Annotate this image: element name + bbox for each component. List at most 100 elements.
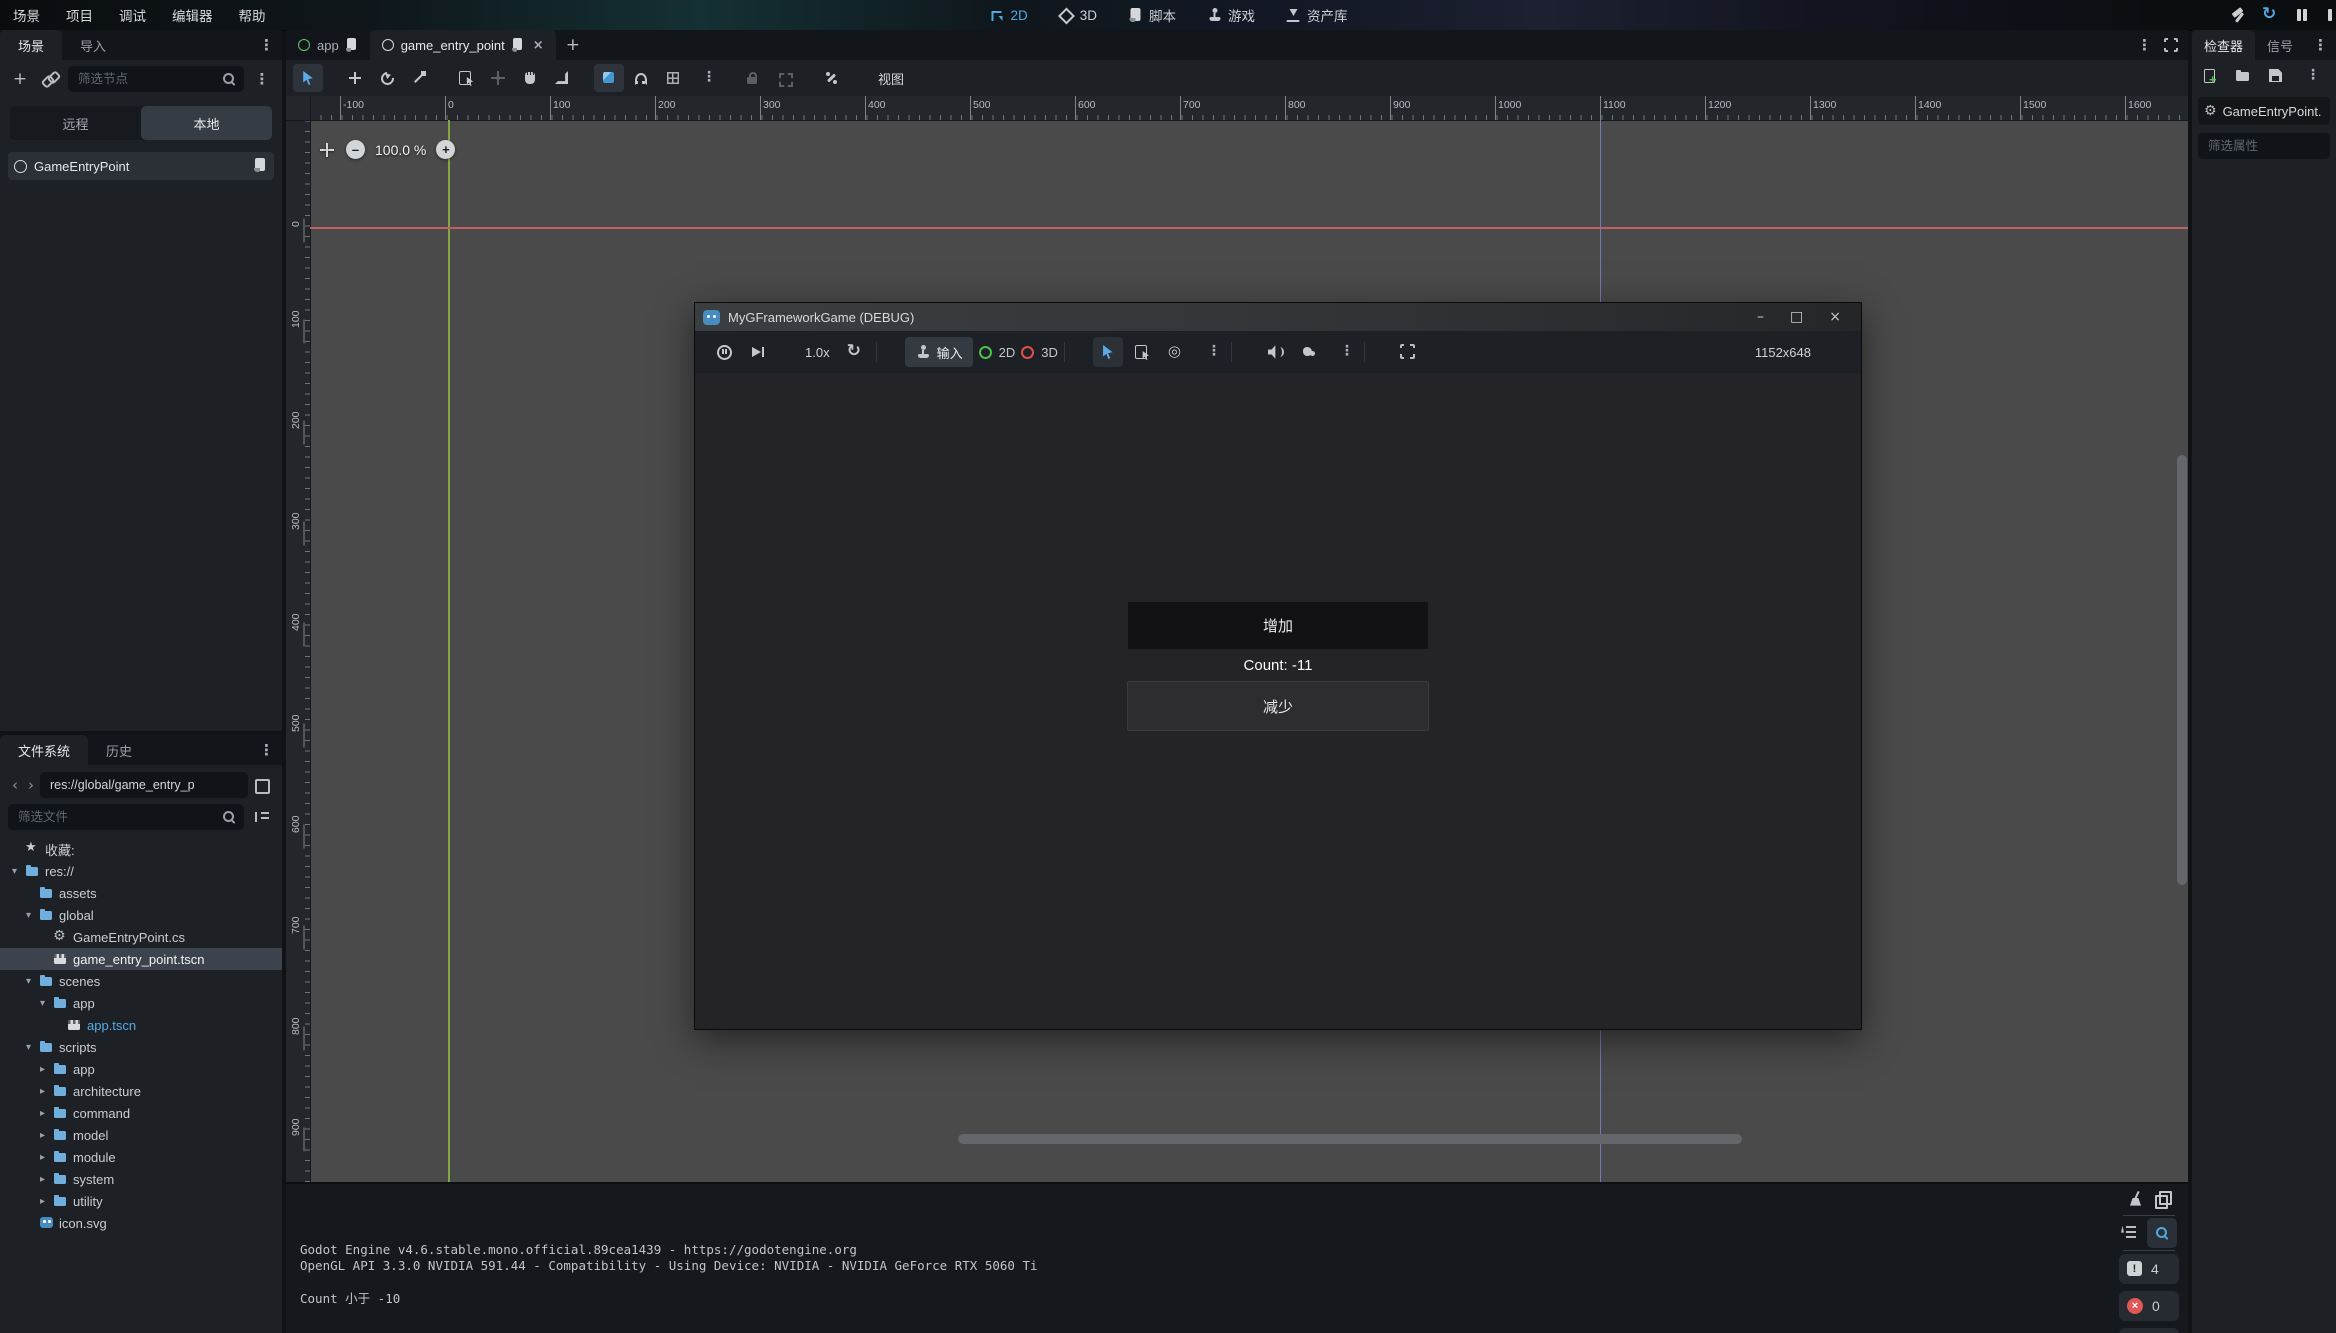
add-node-button[interactable]: + — [8, 67, 32, 91]
zoom-percent-button[interactable]: 100.0 % — [375, 142, 426, 158]
workspace-game-button[interactable]: 游戏 — [1206, 5, 1255, 25]
remote-button[interactable]: 远程 — [10, 106, 141, 140]
local-button[interactable]: 本地 — [141, 106, 272, 140]
smart-snap-button[interactable] — [594, 64, 624, 92]
reset-speed-button[interactable] — [840, 337, 870, 367]
expand-arrow[interactable]: ▾ — [36, 998, 49, 1009]
expand-arrow[interactable]: ▾ — [22, 976, 35, 987]
maximize-button[interactable]: □ — [1790, 309, 1803, 325]
restart-game-button[interactable] — [2262, 7, 2278, 23]
pivot-tool-button[interactable] — [483, 64, 513, 92]
distraction-free-icon[interactable] — [2164, 38, 2178, 52]
tree-row-scripts[interactable]: ▾ scripts — [0, 1036, 282, 1058]
tree-row-system[interactable]: ▸ system — [0, 1168, 282, 1190]
filter-nodes-input[interactable] — [68, 66, 244, 92]
scene-tree-root-node[interactable]: GameEntryPoint — [8, 152, 274, 180]
build-button[interactable] — [2230, 7, 2246, 23]
tree-row-model[interactable]: ▸ model — [0, 1124, 282, 1146]
dock-tab-filesystem[interactable]: 文件系统 — [0, 735, 88, 765]
项目[interactable]: 项目 — [53, 5, 106, 25]
new-resource-button[interactable] — [2202, 68, 2218, 87]
workspace-3d-button[interactable]: 3D — [1058, 7, 1097, 23]
帮助[interactable]: 帮助 — [226, 5, 279, 25]
编辑器[interactable]: 编辑器 — [159, 5, 226, 25]
snap-options-button[interactable] — [626, 64, 656, 92]
separator[interactable] — [325, 64, 338, 92]
2d-viewport[interactable]: -100010020030040050060070080090010001100… — [286, 96, 2188, 1182]
speed-button[interactable]: 1.0x — [777, 337, 836, 367]
game-window-titlebar[interactable]: MyGFrameworkGame (DEBUG) –□× — [695, 303, 1861, 331]
separator[interactable] — [722, 64, 735, 92]
scene-script-icon[interactable] — [346, 38, 358, 52]
expand-arrow[interactable]: ▸ — [36, 1152, 49, 1163]
mute-audio-button[interactable] — [1260, 337, 1290, 367]
mode-3d-button[interactable]: 3D — [1019, 337, 1058, 367]
tree-row-global[interactable]: ▾ global — [0, 904, 282, 926]
tree-row-res[interactable]: ▾ res:// — [0, 860, 282, 882]
debug-options-button[interactable] — [1294, 337, 1324, 367]
scene-dock-menu-icon[interactable]: ⋮ — [251, 30, 282, 60]
snap-menu-button[interactable] — [690, 64, 720, 92]
separator[interactable] — [579, 64, 592, 92]
center-view-icon[interactable] — [318, 141, 336, 159]
scene-tab-app[interactable]: app × — [286, 30, 370, 60]
load-resource-button[interactable] — [2235, 68, 2251, 87]
expand-arrow[interactable]: ▸ — [36, 1130, 49, 1141]
list-select-button[interactable] — [451, 64, 481, 92]
workspace-2d-button[interactable]: 2D — [988, 7, 1027, 23]
decrease-button[interactable]: 减少 — [1127, 681, 1429, 731]
tree-row-assets[interactable]: assets — [0, 882, 282, 904]
close-tab-icon[interactable]: × — [533, 38, 544, 53]
suspend-button[interactable] — [709, 337, 739, 367]
workspace-script-button[interactable]: 脚本 — [1127, 5, 1176, 25]
separator[interactable] — [1064, 337, 1087, 367]
expand-arrow[interactable]: ▾ — [22, 1042, 35, 1053]
minimize-button[interactable]: – — [1757, 309, 1764, 325]
embed-mode-button[interactable] — [1393, 337, 1423, 367]
tree-row-command[interactable]: ▸ command — [0, 1102, 282, 1124]
scene-script-icon[interactable] — [512, 38, 524, 52]
horizontal-scrollbar[interactable] — [958, 1134, 1742, 1144]
tree-row-utility[interactable]: ▸ utility — [0, 1190, 282, 1212]
separator[interactable] — [801, 64, 814, 92]
separator[interactable] — [1364, 337, 1387, 367]
mode-2d-button[interactable]: 2D — [977, 337, 1016, 367]
scene-tab-game-entry-point[interactable]: game_entry_point × — [370, 30, 556, 60]
pan-tool-button[interactable] — [515, 64, 545, 92]
search-output-button[interactable] — [2147, 1218, 2177, 1248]
instance-scene-button[interactable] — [38, 67, 62, 91]
lock-selection-button[interactable] — [737, 64, 767, 92]
workspace-assetlib-button[interactable]: 资产库 — [1285, 5, 1348, 25]
tree-row-game-entry-point-tscn[interactable]: game_entry_point.tscn — [0, 948, 282, 970]
close-button[interactable]: × — [1829, 309, 1841, 325]
path-breadcrumb[interactable] — [40, 772, 248, 798]
nav-forward-icon[interactable]: › — [24, 776, 38, 794]
dock-tab-signals[interactable]: 信号 — [2255, 30, 2305, 60]
save-resource-button[interactable] — [2268, 68, 2284, 87]
grid-toggle-button[interactable] — [658, 64, 688, 92]
dock-tab-import[interactable]: 导入 — [62, 30, 124, 60]
next-frame-button[interactable] — [743, 337, 773, 367]
increase-button[interactable]: 增加 — [1127, 601, 1429, 650]
sort-files-icon[interactable] — [250, 805, 274, 829]
ruler-tool-button[interactable] — [547, 64, 577, 92]
stop-button-clipped[interactable] — [2326, 7, 2332, 23]
scene-tabs-menu-icon[interactable]: ⋮ — [2137, 36, 2152, 54]
tree-row-gameentrypoint-cs[interactable]: GameEntryPoint.cs — [0, 926, 282, 948]
open-script-icon[interactable] — [252, 157, 268, 176]
warnings-badge[interactable]: ! 0 — [2119, 1328, 2179, 1333]
filter-files-input[interactable] — [8, 804, 244, 830]
expand-arrow[interactable]: ▸ — [36, 1108, 49, 1119]
zoom-in-button[interactable]: + — [436, 140, 455, 159]
new-scene-tab-button[interactable]: + — [556, 30, 590, 60]
调试[interactable]: 调试 — [106, 5, 159, 25]
tree-row-favorites[interactable]: 收藏: — [0, 838, 282, 860]
rotate-tool-button[interactable] — [372, 64, 402, 92]
separator[interactable] — [436, 64, 449, 92]
separator[interactable] — [876, 337, 899, 367]
expand-arrow[interactable]: ▸ — [36, 1174, 49, 1185]
clear-output-icon[interactable] — [2128, 1191, 2144, 1210]
tree-row-scenes-app[interactable]: ▾ app — [0, 992, 282, 1014]
camera-override-button[interactable] — [1161, 337, 1191, 367]
list-select-button[interactable] — [1127, 337, 1157, 367]
